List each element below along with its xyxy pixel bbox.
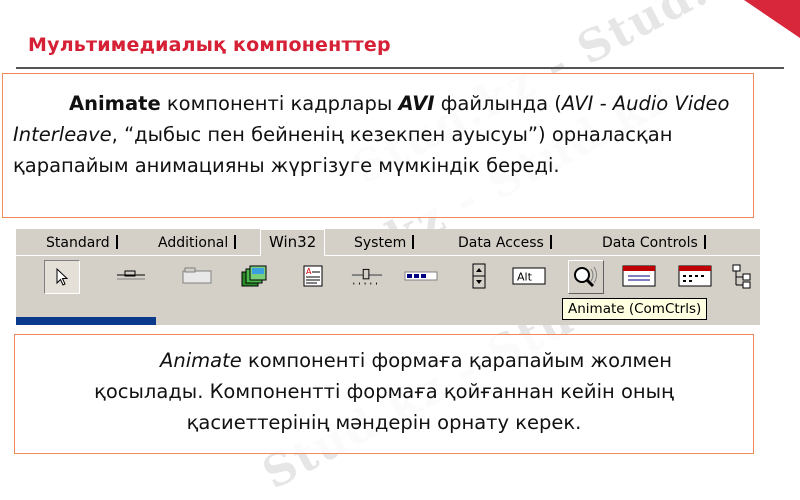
trackbar-icon[interactable] [350,260,384,292]
animate-icon[interactable] [568,260,604,294]
tab-additional[interactable]: Additional [158,233,237,253]
updown-icon[interactable] [462,260,496,292]
description-box-animate: Animate компоненті кадрлары AVI файлында… [2,73,754,218]
hotkey-label: Alt [517,271,533,284]
text-line: қосылады. Компонентті формаға қойғаннан … [94,380,674,403]
richedit-icon[interactable]: A [296,260,330,292]
hotkey-icon[interactable]: Alt [512,260,546,292]
description-box-usage: Animate компоненті формаға қарапайым жол… [14,334,754,454]
text-line: қасиеттерінің мәндерін орнату керек. [186,411,582,434]
text-segment: , “дыбыс пен бейненің кезекпен ауысуы”) … [13,123,673,177]
corner-decoration [744,0,800,38]
treeview-icon[interactable] [728,260,760,292]
palette-toolbar: A Alt [16,256,760,296]
component-name: Animate [160,349,242,372]
imagelist-icon[interactable] [238,260,272,292]
text-line: Animate компоненті формаға қарапайым жол… [15,345,753,376]
text-segment: компоненті формаға қарапайым жолмен [241,349,672,372]
text-segment: компоненті кадрлары [160,92,399,115]
pointer-arrow-icon[interactable] [44,260,80,294]
palette-tabs: Standard Additional Win32 System Data Ac… [16,229,760,256]
tab-standard[interactable]: Standard [46,233,118,253]
title-divider [16,67,784,69]
form-designer-titlebar [16,317,156,325]
pagecontrol-icon[interactable] [180,260,214,292]
tab-data-controls[interactable]: Data Controls [602,233,706,253]
svg-text:A: A [306,267,312,276]
tab-win32[interactable]: Win32 [260,229,326,256]
tabcontrol-icon[interactable] [114,260,148,292]
tab-data-access[interactable]: Data Access [458,233,552,253]
text-segment: файлында ( [434,92,562,115]
component-palette: Standard Additional Win32 System Data Ac… [16,229,760,325]
progressbar-icon[interactable] [404,260,438,292]
slide-title: Мультимедиалық компоненттер [28,34,391,56]
format-name: AVI [398,92,435,115]
tab-system[interactable]: System [354,233,415,253]
component-tooltip: Animate (ComCtrls) [562,298,708,320]
component-name: Animate [69,92,161,115]
monthcalendar-icon[interactable] [678,260,712,292]
datetimepicker-icon[interactable] [622,260,656,292]
